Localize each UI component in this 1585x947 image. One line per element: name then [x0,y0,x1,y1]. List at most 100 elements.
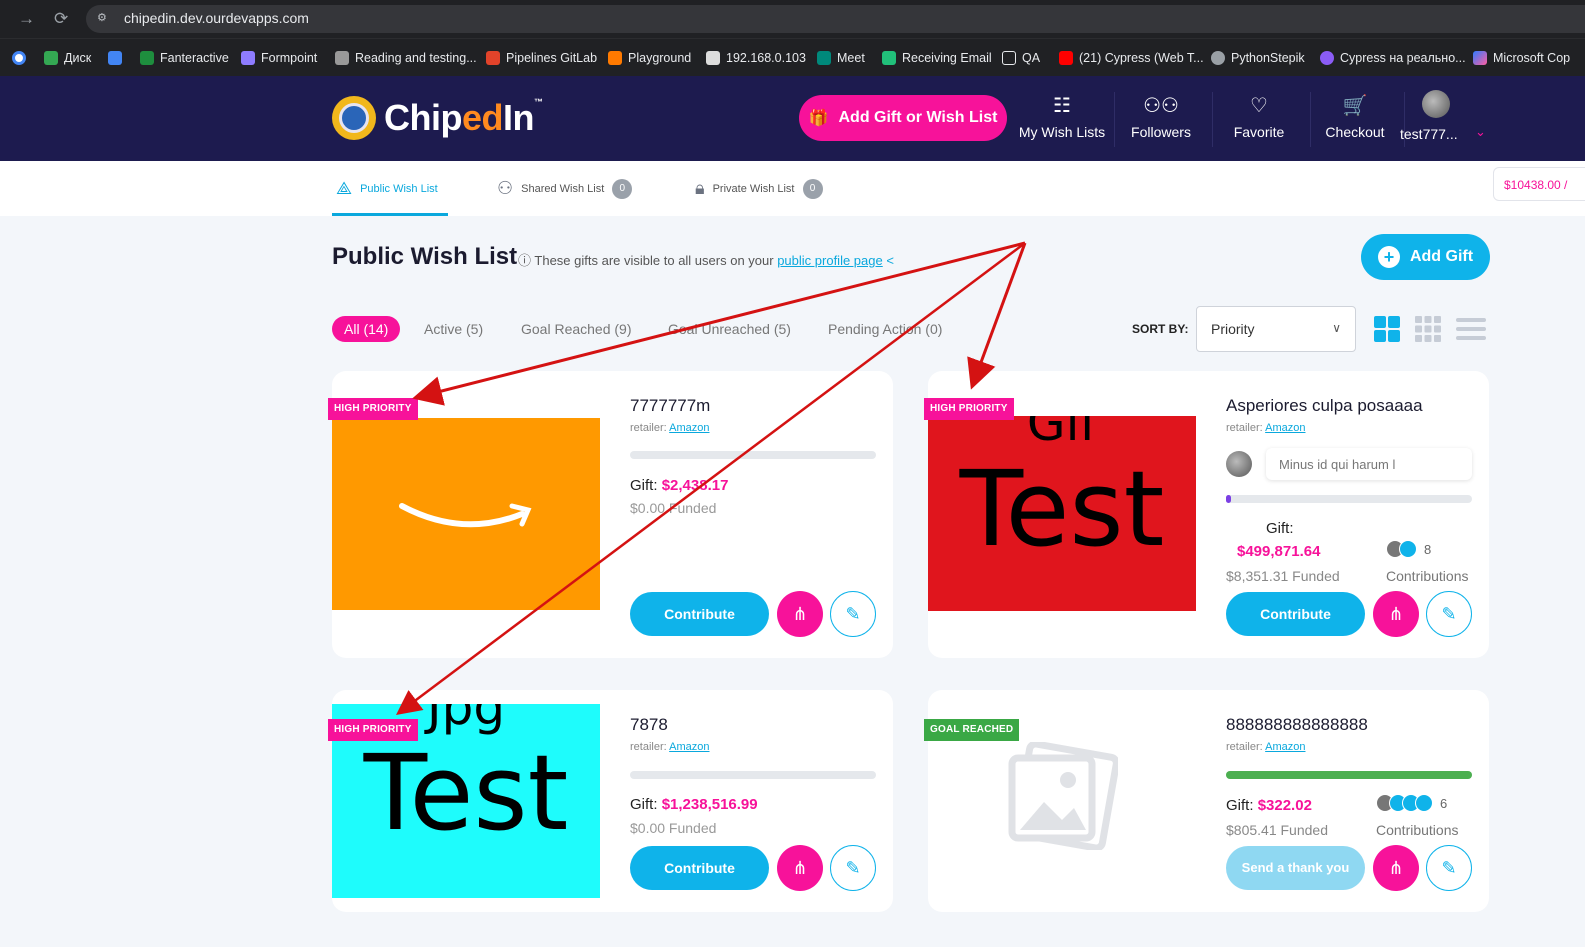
stepik-icon [1211,51,1225,65]
gift-card[interactable]: Jpg Test HIGH PRIORITY 7878 retailer: Am… [328,690,893,912]
bookmark-playground[interactable]: Playground [608,49,691,67]
forward-icon[interactable]: → [18,9,35,29]
cart-icon: 🛒 [1342,95,1368,117]
tab-private-wish-list[interactable]: 🔒︎ Private Wish List 0 [695,178,823,199]
bookmark-pythonstepik[interactable]: PythonStepik [1211,49,1305,67]
contributions-label: Contributions [1386,568,1469,584]
gift-amount: Gift: $322.02 [1226,797,1312,814]
filter-pending-action[interactable]: Pending Action (0) [828,321,942,337]
bookmark-cypress-web[interactable]: (21) Cypress (Web T... [1059,49,1204,67]
gift-title[interactable]: Asperiores culpa posaaaa [1226,396,1423,416]
google-icon[interactable] [12,49,26,67]
gift-card[interactable]: HIGH PRIORITY 7777777m retailer: Amazon … [328,371,893,658]
share-icon[interactable]: ⋔ [1373,591,1419,637]
tab-shared-wish-list[interactable]: ⚇ Shared Wish List 0 [497,178,633,199]
list-view-icon[interactable] [1456,315,1486,343]
page-info: ⓘ These gifts are visible to all users o… [518,253,894,268]
grid-large-view-icon[interactable] [1373,315,1401,343]
progress-bar [1226,771,1472,779]
reload-icon[interactable]: ⟳ [54,9,68,29]
progress-fill [1226,771,1472,779]
retailer: retailer: Amazon [1226,741,1306,753]
url-text: chipedin.dev.ourdevapps.com [124,10,309,26]
gift-title[interactable]: 888888888888888 [1226,715,1368,735]
bookmark-meet[interactable]: Meet [817,49,865,67]
bookmark-microsoft[interactable]: Microsoft Cop [1473,49,1570,67]
retailer-link[interactable]: Amazon [669,741,709,753]
contribute-button[interactable]: Contribute [1226,592,1365,636]
add-gift-button[interactable]: + Add Gift [1361,234,1490,280]
share-icon[interactable]: < [886,253,894,268]
retailer-link[interactable]: Amazon [1265,422,1305,434]
sort-select[interactable]: Priority ∨ [1196,306,1356,352]
bookmark-qa[interactable]: QA [1002,49,1040,67]
edit-icon[interactable]: ✎ [1426,845,1472,891]
followers-icon: ⚇⚇ [1143,95,1179,117]
bookmark-cypress-real[interactable]: Cypress на реально... [1320,49,1466,67]
contribute-button[interactable]: Contribute [630,846,769,890]
edit-icon[interactable]: ✎ [830,591,876,637]
edit-icon[interactable]: ✎ [830,845,876,891]
plus-icon: + [1377,246,1400,268]
edit-icon[interactable]: ✎ [1426,591,1472,637]
gift-image [332,418,600,610]
progress-bar [630,771,876,779]
tab-public-wish-list[interactable]: ⟁ Public Wish List [336,178,438,199]
add-gift-or-wishlist-button[interactable]: 🎁 Add Gift or Wish List [799,95,1007,141]
filter-goal-reached[interactable]: Goal Reached (9) [521,321,632,337]
avatar [1226,451,1252,477]
public-profile-link[interactable]: public profile page [777,253,883,268]
chipedin-logo[interactable]: ChipedIn™ [332,96,543,140]
amazon-smile-icon [399,503,532,528]
user-menu[interactable]: test777... [1400,126,1470,142]
playground-icon [608,51,622,65]
bookmark-fanteractive[interactable]: Fanteractive [140,49,229,67]
retailer-link[interactable]: Amazon [1265,741,1305,753]
bookmark-gitlab[interactable]: Pipelines GitLab [486,49,597,67]
bookmark-receiving-email[interactable]: Receiving Email [882,49,992,67]
address-bar[interactable]: ⚙ chipedin.dev.ourdevapps.com [86,5,1585,33]
image-placeholder-icon [1008,742,1118,850]
bookmark-reading[interactable]: Reading and testing... [335,49,477,67]
avatar[interactable] [1422,90,1450,118]
bookmark-ip[interactable]: 192.168.0.103 [706,49,806,67]
filter-all[interactable]: All (14) [332,316,401,342]
nav-checkout[interactable]: 🛒 Checkout [1305,94,1405,140]
sort-label: SORT BY: [1132,322,1189,336]
nav-my-wish-lists[interactable]: ☷ My Wish Lists [1012,94,1112,140]
funded-amount: $0.00 Funded [630,500,717,516]
nav-favorite[interactable]: ♡ Favorite [1209,94,1309,140]
gitlab-icon [486,51,500,65]
progress-bar [630,451,876,459]
nav-followers[interactable]: ⚇⚇ Followers [1111,94,1211,140]
gift-card[interactable]: Gif Test HIGH PRIORITY Asperiores culpa … [924,371,1489,658]
send-thank-you-button[interactable]: Send a thank you [1226,846,1365,890]
retailer-link[interactable]: Amazon [669,422,709,434]
gift-card[interactable]: GOAL REACHED 888888888888888 retailer: A… [924,690,1489,912]
heart-icon: ♡ [1250,95,1268,117]
retailer: retailer: Amazon [630,422,710,434]
share-icon[interactable]: ⋔ [777,591,823,637]
site-info-icon[interactable]: ⚙ [97,11,107,24]
balance-display[interactable]: $10438.00 / [1493,167,1585,201]
translate-icon[interactable] [108,49,122,67]
share-icon[interactable]: ⋔ [777,845,823,891]
bookmark-disk[interactable]: Диск [44,49,91,67]
funded-amount: $0.00 Funded [630,820,717,836]
gift-label: Gift: [1266,520,1294,537]
retailer: retailer: Amazon [1226,422,1306,434]
copilot-icon [1473,51,1487,65]
bookmark-formpoint[interactable]: Formpoint [241,49,317,67]
filter-goal-unreached[interactable]: Goal Unreached (5) [668,321,791,337]
site-header: ChipedIn™ 🎁 Add Gift or Wish List ☷ My Wi… [0,76,1585,161]
filter-active[interactable]: Active (5) [424,321,483,337]
gift-title[interactable]: 7878 [630,715,668,735]
share-icon[interactable]: ⋔ [1373,845,1419,891]
share-network-icon: ⟁ [336,178,353,198]
grid-small-view-icon[interactable] [1414,315,1442,343]
youtube-icon [1059,51,1073,65]
meet-icon [817,51,831,65]
chevron-down-icon[interactable]: ⌄ [1475,124,1486,140]
gift-title[interactable]: 7777777m [630,396,710,416]
contribute-button[interactable]: Contribute [630,592,769,636]
